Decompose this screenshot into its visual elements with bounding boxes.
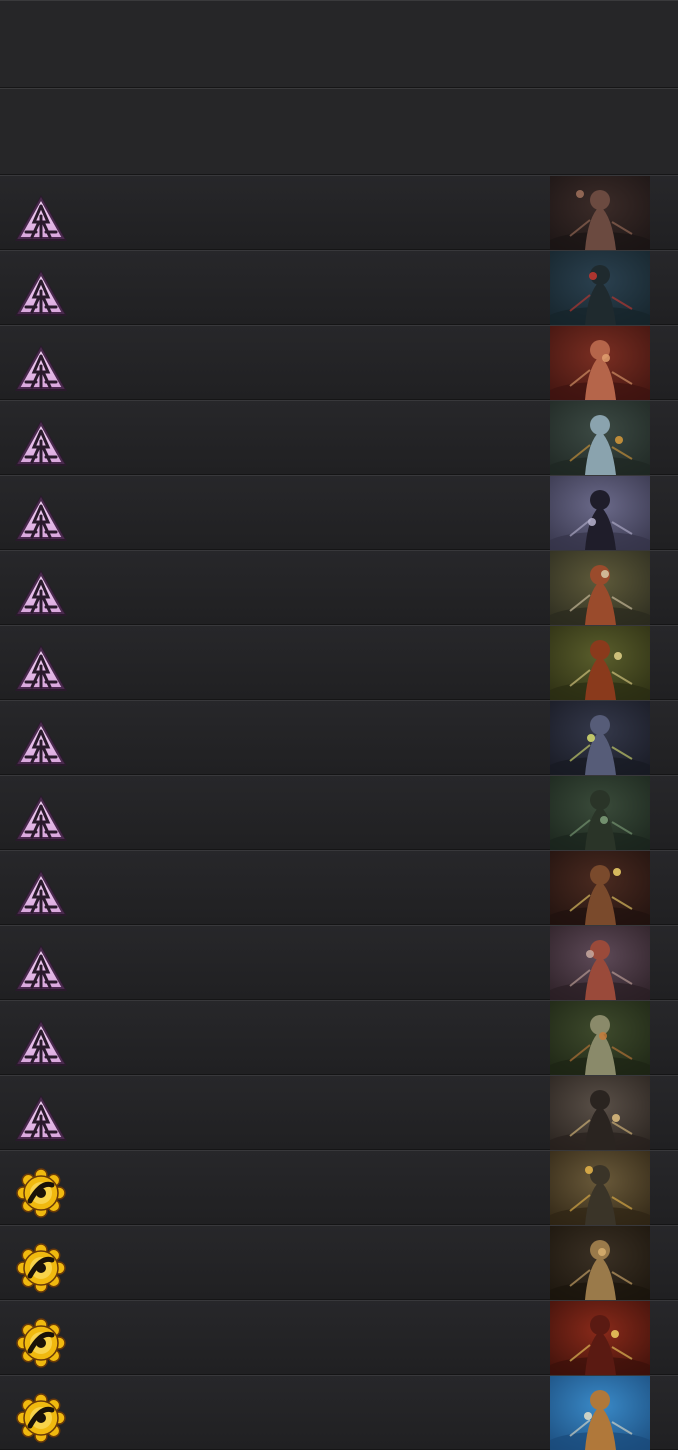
card-art-thumbnail — [550, 176, 650, 250]
spire-icon — [12, 267, 70, 319]
list-item[interactable] — [0, 325, 678, 400]
spire-icon — [12, 792, 70, 844]
card-art-thumbnail — [550, 926, 650, 1000]
card-art-thumbnail — [550, 776, 650, 850]
header-bar-top — [0, 0, 678, 88]
list-item[interactable] — [0, 850, 678, 925]
spire-icon — [12, 642, 70, 694]
spire-icon — [12, 717, 70, 769]
list-item[interactable] — [0, 1150, 678, 1225]
card-art-thumbnail — [550, 1376, 650, 1450]
header-bar-secondary — [0, 88, 678, 175]
card-art-thumbnail — [550, 1226, 650, 1300]
list-item[interactable] — [0, 400, 678, 475]
card-art-thumbnail — [550, 1151, 650, 1225]
gear-icon — [12, 1242, 70, 1294]
card-art-thumbnail — [550, 851, 650, 925]
gear-icon — [12, 1317, 70, 1369]
spire-icon — [12, 342, 70, 394]
list-item[interactable] — [0, 1225, 678, 1300]
card-art-thumbnail — [550, 326, 650, 400]
card-art-thumbnail — [550, 701, 650, 775]
list-item[interactable] — [0, 1075, 678, 1150]
list-item[interactable] — [0, 1300, 678, 1375]
card-art-thumbnail — [550, 401, 650, 475]
spire-icon — [12, 192, 70, 244]
card-art-thumbnail — [550, 1076, 650, 1150]
list-item[interactable] — [0, 250, 678, 325]
list-item[interactable] — [0, 1000, 678, 1075]
list-item[interactable] — [0, 700, 678, 775]
list-item[interactable] — [0, 775, 678, 850]
spire-icon — [12, 492, 70, 544]
card-art-thumbnail — [550, 251, 650, 325]
card-art-thumbnail — [550, 1301, 650, 1375]
card-art-thumbnail — [550, 551, 650, 625]
spire-icon — [12, 567, 70, 619]
spire-icon — [12, 867, 70, 919]
gear-icon — [12, 1392, 70, 1444]
spire-icon — [12, 417, 70, 469]
card-art-thumbnail — [550, 1001, 650, 1075]
spire-icon — [12, 942, 70, 994]
card-art-thumbnail — [550, 626, 650, 700]
list-item[interactable] — [0, 175, 678, 250]
list-item[interactable] — [0, 550, 678, 625]
item-list — [0, 175, 678, 1450]
list-item[interactable] — [0, 925, 678, 1000]
gear-icon — [12, 1167, 70, 1219]
spire-icon — [12, 1092, 70, 1144]
spire-icon — [12, 1017, 70, 1069]
list-item[interactable] — [0, 625, 678, 700]
card-art-thumbnail — [550, 476, 650, 550]
list-item[interactable] — [0, 1375, 678, 1450]
list-item[interactable] — [0, 475, 678, 550]
